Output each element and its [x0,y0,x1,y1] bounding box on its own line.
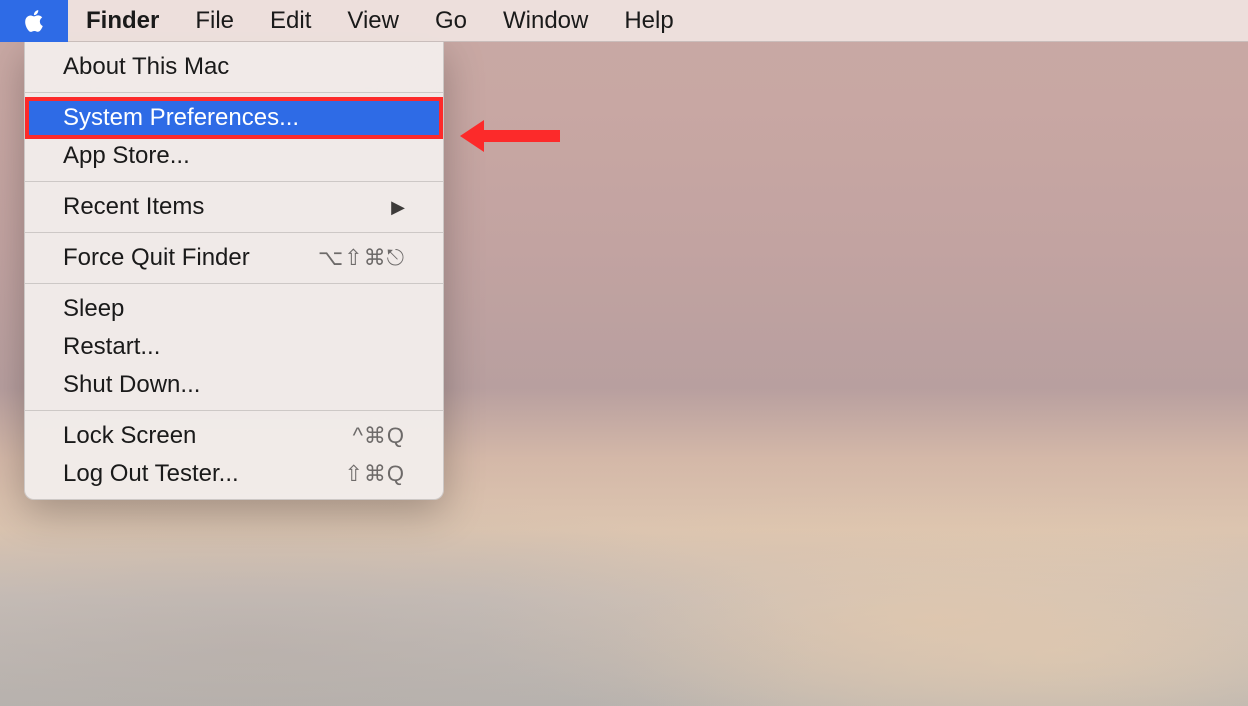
menu-item-log-out[interactable]: Log Out Tester... ⇧⌘Q [25,455,443,493]
menu-separator [25,283,443,284]
menu-item-recent-items[interactable]: Recent Items ▶ [25,188,443,226]
menubar-item-edit[interactable]: Edit [252,0,329,41]
apple-logo-icon [21,8,47,34]
menu-item-app-store[interactable]: App Store... [25,137,443,175]
apple-menu-button[interactable] [0,0,68,42]
menu-item-label: System Preferences... [63,104,405,132]
menu-item-label: Shut Down... [63,371,405,399]
menu-item-label: Recent Items [63,193,391,221]
arrow-icon [460,116,560,156]
menubar: Finder File Edit View Go Window Help [0,0,1248,42]
menu-item-shortcut: ⌥⇧⌘⎋ [318,245,405,271]
menubar-item-help[interactable]: Help [606,0,691,41]
menubar-item-view[interactable]: View [329,0,417,41]
menu-item-label: Log Out Tester... [63,460,344,488]
submenu-arrow-icon: ▶ [391,197,405,218]
menu-item-force-quit[interactable]: Force Quit Finder ⌥⇧⌘⎋ [25,239,443,277]
menubar-item-window[interactable]: Window [485,0,606,41]
menu-item-label: Lock Screen [63,422,353,450]
menubar-items: Finder File Edit View Go Window Help [68,0,692,41]
menu-separator [25,181,443,182]
menu-item-about-this-mac[interactable]: About This Mac [25,48,443,86]
menu-item-system-preferences[interactable]: System Preferences... [25,97,443,139]
menu-item-lock-screen[interactable]: Lock Screen ^⌘Q [25,417,443,455]
annotation-arrow [460,116,560,161]
apple-menu-dropdown: About This Mac System Preferences... App… [24,42,444,500]
menu-separator [25,410,443,411]
menu-item-label: Force Quit Finder [63,244,318,272]
menubar-item-go[interactable]: Go [417,0,485,41]
menu-item-sleep[interactable]: Sleep [25,290,443,328]
menu-item-restart[interactable]: Restart... [25,328,443,366]
menu-item-label: About This Mac [63,53,405,81]
menu-separator [25,232,443,233]
menu-separator [25,92,443,93]
menubar-app-name[interactable]: Finder [68,0,177,41]
menubar-item-file[interactable]: File [177,0,252,41]
menu-item-shortcut: ⇧⌘Q [344,461,405,487]
menu-item-label: Restart... [63,333,405,361]
menu-item-label: Sleep [63,295,405,323]
menu-item-label: App Store... [63,142,405,170]
menu-item-shut-down[interactable]: Shut Down... [25,366,443,404]
menu-item-shortcut: ^⌘Q [353,423,405,449]
